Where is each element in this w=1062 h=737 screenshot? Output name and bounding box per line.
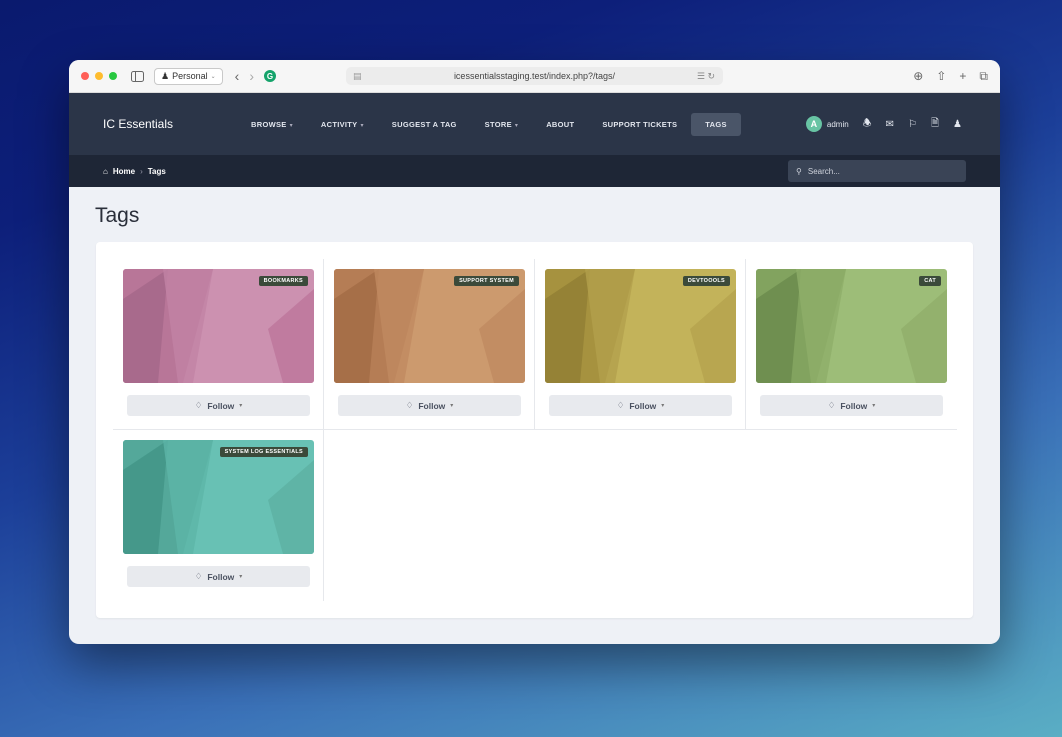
tag-name-badge: SYSTEM LOG ESSENTIALS [219, 447, 308, 457]
document-icon[interactable]: 🗎︎ [931, 116, 939, 133]
follow-button[interactable]: ♢ Follow ▾ [127, 395, 310, 416]
bell-icon: ♢ [616, 400, 625, 410]
new-tab-icon[interactable]: + [959, 69, 966, 84]
flag-icon[interactable]: ⚐ [908, 119, 917, 130]
nav-browse-label: BROWSE [251, 119, 287, 129]
nav-activity[interactable]: ACTIVITY ▾ [307, 113, 378, 136]
tag-banner[interactable]: CAT [756, 269, 947, 383]
tag-card: DEVTOOOLS ♢ Follow ▾ [535, 259, 746, 430]
browser-toolbar: ♟ Personal ⌄ ‹ › G ▤ icessentialsstaging… [69, 60, 1000, 93]
nav-tags[interactable]: TAGS [691, 112, 741, 136]
tag-card: SYSTEM LOG ESSENTIALS ♢ Follow ▾ [113, 430, 324, 601]
tag-banner[interactable]: DEVTOOOLS [545, 269, 736, 383]
chevron-down-icon: ▾ [872, 403, 876, 409]
follow-label: Follow [418, 400, 446, 411]
tag-card: BOOKMARKS ♢ Follow ▾ [113, 259, 324, 430]
nav-activity-label: ACTIVITY [320, 119, 358, 129]
tag-name-badge: CAT [919, 276, 941, 286]
bell-icon: ♢ [405, 400, 414, 410]
tags-panel: BOOKMARKS ♢ Follow ▾ SUPPORT SYSTEM ♢ Fo… [96, 242, 973, 618]
chevron-down-icon: ▾ [661, 403, 665, 409]
nav-suggest-label: SUGGEST A TAG [391, 119, 457, 129]
tag-banner[interactable]: SUPPORT SYSTEM [334, 269, 525, 383]
share-icon[interactable]: ⇧ [936, 69, 946, 84]
follow-button[interactable]: ♢ Follow ▾ [549, 395, 732, 416]
window-controls [81, 72, 117, 80]
user-icon[interactable]: ♟ [953, 119, 962, 130]
follow-button[interactable]: ♢ Follow ▾ [338, 395, 521, 416]
translate-reload-icon[interactable]: ☰ ↻ [697, 71, 715, 82]
breadcrumb: ⌂ Home › Tags [103, 167, 166, 176]
grammarly-extension-icon[interactable]: G [263, 70, 276, 82]
address-bar[interactable]: ▤ icessentialsstaging.test/index.php?/ta… [346, 67, 723, 85]
chevron-down-icon: ▾ [289, 122, 293, 129]
avatar: A [805, 116, 822, 132]
chevron-down-icon: ⌄ [210, 73, 216, 80]
follow-label: Follow [207, 571, 235, 582]
site-navigation: IC Essentials BROWSE ▾ ACTIVITY ▾ SUGGEST … [69, 93, 1000, 155]
username: admin [826, 119, 849, 129]
nav-about[interactable]: ABOUT [532, 113, 588, 136]
follow-label: Follow [629, 400, 657, 411]
nav-browse[interactable]: BROWSE ▾ [237, 113, 307, 136]
tag-name-badge: DEVTOOOLS [682, 276, 730, 286]
nav-tags-label: TAGS [705, 119, 727, 129]
envelope-icon[interactable]: ✉ [886, 119, 894, 130]
profile-selector[interactable]: ♟ Personal ⌄ [154, 67, 223, 85]
chevron-down-icon: ▾ [239, 403, 243, 409]
tag-name-badge: BOOKMARKS [258, 276, 308, 286]
back-arrow-icon[interactable]: ‹ [235, 68, 240, 84]
breadcrumb-current: Tags [147, 166, 166, 176]
bell-icon: ♢ [194, 400, 203, 410]
search-input[interactable]: ⚲ Search... [788, 160, 966, 182]
user-menu[interactable]: A admin [805, 116, 849, 132]
nav-support-label: SUPPORT TICKETS [602, 119, 678, 129]
sidebar-toggle-icon[interactable] [131, 70, 144, 82]
breadcrumb-home[interactable]: Home [113, 167, 135, 176]
tag-card: SUPPORT SYSTEM ♢ Follow ▾ [324, 259, 535, 430]
search-placeholder: Search... [807, 166, 840, 176]
home-icon: ⌂ [103, 166, 108, 176]
zoom-window-button[interactable] [109, 72, 117, 80]
close-window-button[interactable] [81, 72, 89, 80]
tabs-overview-icon[interactable]: ⧉ [979, 69, 988, 84]
tag-banner[interactable]: BOOKMARKS [123, 269, 314, 383]
nav-about-label: ABOUT [546, 119, 575, 129]
chevron-down-icon: ▾ [239, 574, 243, 580]
page-icon: ▤ [353, 70, 362, 81]
nav-links: BROWSE ▾ ACTIVITY ▾ SUGGEST A TAG STORE ▾ A… [237, 112, 741, 136]
breadcrumb-bar: ⌂ Home › Tags ⚲ Search... [69, 155, 1000, 187]
toolbar-actions: ⊕ ⇧ + ⧉ [913, 69, 988, 84]
follow-label: Follow [207, 400, 235, 411]
bell-icon: ♢ [194, 571, 203, 581]
site-brand[interactable]: IC Essentials [103, 117, 173, 131]
bell-icon[interactable]: 🕭︎ [863, 116, 872, 133]
chevron-down-icon: ▾ [514, 122, 519, 129]
breadcrumb-separator: › [140, 166, 143, 176]
nav-suggest-a-tag[interactable]: SUGGEST A TAG [378, 113, 471, 136]
minimize-window-button[interactable] [95, 72, 103, 80]
download-icon[interactable]: ⊕ [913, 69, 923, 84]
user-area: A admin 🕭︎ ✉ ⚐ 🗎︎ ♟ [805, 116, 962, 133]
nav-store[interactable]: STORE ▾ [471, 113, 533, 136]
profile-name: Personal [172, 71, 208, 81]
follow-button[interactable]: ♢ Follow ▾ [760, 395, 943, 416]
follow-label: Follow [840, 400, 868, 411]
tag-banner[interactable]: SYSTEM LOG ESSENTIALS [123, 440, 314, 554]
browser-window: ♟ Personal ⌄ ‹ › G ▤ icessentialsstaging… [69, 60, 1000, 644]
tag-name-badge: SUPPORT SYSTEM [454, 276, 519, 286]
chevron-down-icon: ▾ [450, 403, 454, 409]
chevron-down-icon: ▾ [360, 122, 364, 129]
search-icon: ⚲ [796, 166, 802, 176]
page-title: Tags [95, 204, 140, 227]
person-icon: ♟ [161, 70, 170, 81]
nav-support-tickets[interactable]: SUPPORT TICKETS [588, 113, 691, 136]
bell-icon: ♢ [827, 400, 836, 410]
url-text: icessentialsstaging.test/index.php?/tags… [453, 71, 616, 81]
forward-arrow-icon[interactable]: › [249, 68, 254, 84]
nav-store-label: STORE [484, 119, 512, 129]
follow-button[interactable]: ♢ Follow ▾ [127, 566, 310, 587]
tag-card: CAT ♢ Follow ▾ [746, 259, 957, 430]
